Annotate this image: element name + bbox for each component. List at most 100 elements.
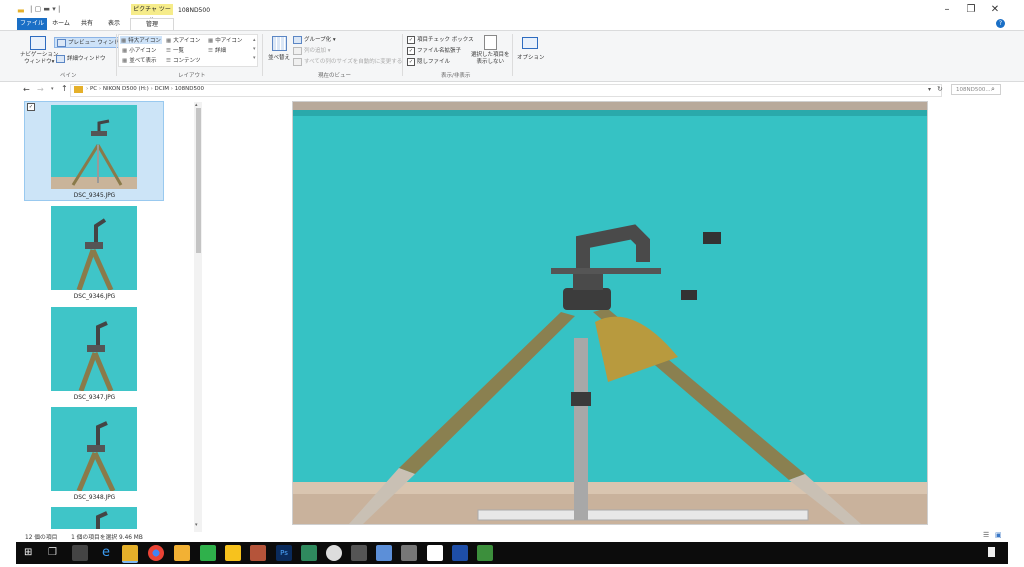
breadcrumb-drive[interactable]: NIKON D500 (H:) bbox=[103, 86, 149, 92]
app-icon[interactable] bbox=[401, 545, 417, 561]
details-pane-icon bbox=[56, 54, 65, 63]
chrome-icon[interactable] bbox=[148, 545, 164, 561]
large-icons-view-icon[interactable]: ▣ bbox=[995, 531, 1002, 539]
thumbnail-image[interactable] bbox=[51, 206, 137, 290]
breadcrumb-pc[interactable]: PC bbox=[90, 86, 97, 92]
app-icon[interactable] bbox=[452, 545, 468, 561]
notification-icon[interactable] bbox=[988, 547, 995, 557]
layout-label: 並べて表示 bbox=[129, 58, 157, 64]
layout-tiles[interactable]: ▦ 並べて表示 bbox=[122, 56, 156, 64]
file-name[interactable]: DSC_9347.JPG bbox=[25, 395, 164, 401]
start-icon[interactable]: ⊞ bbox=[24, 547, 32, 558]
layout-small-icons[interactable]: ▦ 小アイコン bbox=[122, 46, 156, 54]
tab-share[interactable]: 共有 bbox=[77, 18, 97, 30]
details-view-icon[interactable]: ☰ bbox=[983, 531, 989, 539]
grid-icon: ▦ bbox=[166, 38, 172, 44]
thumbnail-image[interactable] bbox=[51, 307, 137, 391]
address-dropdown-icon[interactable]: ▾ bbox=[928, 86, 931, 93]
app-icon[interactable] bbox=[376, 545, 392, 561]
layout-medium-icons[interactable]: ▦ 中アイコン bbox=[208, 36, 242, 44]
options-button[interactable]: オプション bbox=[517, 53, 545, 61]
notes-icon[interactable] bbox=[225, 545, 241, 561]
layout-list[interactable]: ☰ 一覧 bbox=[166, 46, 184, 54]
hidden-items-toggle[interactable]: ✓ 隠しファイル bbox=[407, 57, 450, 66]
layout-extra-large-icons[interactable]: ▦ 特大アイコン bbox=[120, 36, 162, 44]
status-bar: 12 個の項目 1 個の項目を選択 9.46 MB bbox=[25, 532, 143, 541]
quick-access-toolbar[interactable]: | ▢ ▬ ▾ | bbox=[30, 5, 60, 13]
thumbnail-image[interactable] bbox=[51, 507, 137, 529]
gallery-scroll-icon[interactable]: ▴ ▾ ▾ bbox=[253, 36, 256, 63]
list-icon: ☰ bbox=[208, 48, 213, 54]
file-name[interactable]: DSC_9348.JPG bbox=[25, 495, 164, 501]
group-by-icon bbox=[293, 35, 302, 44]
layout-label: 一覧 bbox=[172, 48, 184, 54]
edge-icon[interactable]: e bbox=[98, 545, 114, 561]
tab-file[interactable]: ファイル bbox=[17, 18, 47, 30]
checkbox-checked-icon[interactable]: ✓ bbox=[407, 46, 415, 55]
recent-locations-icon[interactable]: ▾ bbox=[51, 86, 54, 92]
options-icon bbox=[522, 37, 538, 49]
thumbnail-image[interactable] bbox=[51, 407, 137, 491]
add-columns-label: 列の追加 ▾ bbox=[304, 48, 331, 54]
size-columns-label: すべての列のサイズを自動的に変更する bbox=[304, 59, 403, 65]
divider bbox=[116, 34, 117, 76]
maximize-button[interactable]: ❐ bbox=[960, 4, 982, 16]
folder-icon bbox=[74, 86, 83, 93]
layout-large-icons[interactable]: ▦ 大アイコン bbox=[166, 36, 200, 44]
task-view-icon[interactable]: ❐ bbox=[48, 547, 57, 558]
photoshop-icon[interactable]: Ps bbox=[276, 545, 292, 561]
file-explorer-icon[interactable] bbox=[122, 545, 138, 563]
back-icon[interactable]: ← bbox=[23, 85, 30, 94]
search-icon: ⌕ bbox=[991, 85, 995, 93]
scrollbar-thumb[interactable] bbox=[196, 108, 201, 253]
details-pane-label: 詳細ウィンドウ bbox=[67, 56, 106, 62]
window-title: 108ND500 bbox=[178, 7, 211, 14]
forward-icon[interactable]: → bbox=[37, 85, 44, 94]
refresh-icon[interactable]: ↻ bbox=[937, 85, 943, 93]
separator-icon: › bbox=[150, 86, 153, 92]
navigation-pane-icon bbox=[30, 36, 46, 50]
mail-icon[interactable] bbox=[427, 545, 443, 561]
scroll-down-icon[interactable]: ▾ bbox=[195, 522, 198, 528]
selection-info: 1 個の項目を選択 9.46 MB bbox=[71, 535, 143, 541]
breadcrumb-dcim[interactable]: DCIM bbox=[155, 86, 169, 92]
separator-icon: › bbox=[98, 86, 102, 92]
item-checkboxes-toggle[interactable]: ✓ 項目チェック ボックス bbox=[407, 35, 474, 44]
image-viewer-icon[interactable] bbox=[301, 545, 317, 561]
tab-home[interactable]: ホーム bbox=[50, 18, 72, 30]
layout-content[interactable]: ☰ コンテンツ bbox=[166, 56, 200, 64]
app-icon[interactable] bbox=[351, 545, 367, 561]
hide-selected-button[interactable]: 選択した項目を 表示しない bbox=[471, 52, 510, 66]
thumbnail-image[interactable] bbox=[51, 105, 137, 189]
store-icon[interactable] bbox=[72, 545, 88, 561]
breadcrumb-folder[interactable]: 108ND500 bbox=[175, 86, 204, 92]
group-by-button[interactable]: グループ化 ▾ bbox=[293, 35, 336, 44]
list-icon: ☰ bbox=[166, 58, 171, 64]
close-button[interactable]: ✕ bbox=[984, 4, 1006, 16]
navigation-pane-button[interactable]: ナビゲーション ウィンドウ▾ bbox=[20, 52, 58, 66]
up-icon[interactable]: ↑ bbox=[61, 84, 68, 93]
messaging-icon[interactable] bbox=[200, 545, 216, 561]
help-icon[interactable]: ? bbox=[996, 19, 1005, 28]
item-checkboxes-label: 項目チェック ボックス bbox=[417, 37, 474, 43]
grid-icon: ▦ bbox=[121, 38, 127, 44]
item-checkbox[interactable]: ✓ bbox=[27, 103, 35, 111]
file-extensions-toggle[interactable]: ✓ ファイル名拡張子 bbox=[407, 46, 461, 55]
minimize-button[interactable]: – bbox=[936, 4, 958, 16]
scroll-up-icon[interactable]: ▴ bbox=[195, 102, 198, 108]
layout-details[interactable]: ☰ 詳細 bbox=[208, 46, 226, 54]
details-pane-button[interactable]: 詳細ウィンドウ bbox=[56, 54, 106, 63]
add-columns-button[interactable]: 列の追加 ▾ bbox=[293, 46, 331, 55]
app-icon[interactable] bbox=[477, 545, 493, 561]
disc-icon[interactable] bbox=[326, 545, 342, 561]
grid-icon: ▦ bbox=[122, 58, 128, 64]
tab-view[interactable]: 表示 bbox=[103, 18, 125, 30]
app-icon[interactable] bbox=[174, 545, 190, 561]
file-name[interactable]: DSC_9345.JPG bbox=[25, 193, 164, 199]
app-icon[interactable] bbox=[250, 545, 266, 561]
checkbox-checked-icon[interactable]: ✓ bbox=[407, 35, 415, 44]
sort-by-button[interactable]: 並べ替え bbox=[268, 53, 290, 61]
file-name[interactable]: DSC_9346.JPG bbox=[25, 294, 164, 300]
checkbox-checked-icon[interactable]: ✓ bbox=[407, 57, 415, 66]
size-columns-button[interactable]: すべての列のサイズを自動的に変更する bbox=[293, 57, 402, 66]
